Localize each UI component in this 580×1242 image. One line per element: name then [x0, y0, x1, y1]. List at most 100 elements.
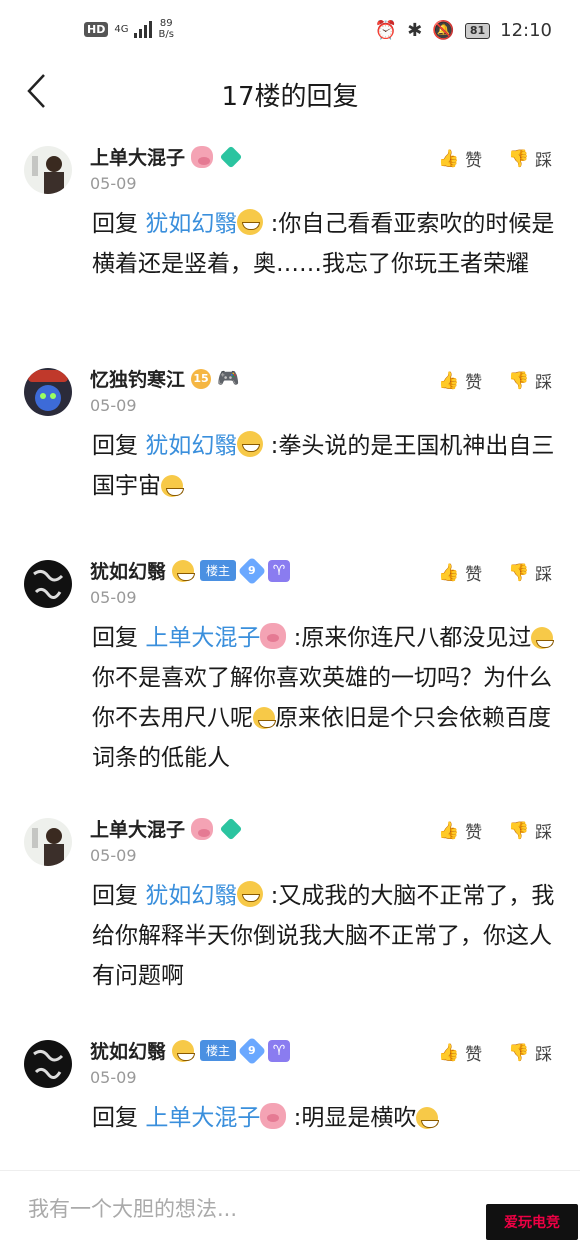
thumb-up-icon: 👍: [438, 370, 460, 391]
pig-emoji-icon: [260, 623, 287, 649]
thumb-down-icon: 👎: [508, 1042, 530, 1063]
hd-badge: HD: [84, 21, 109, 37]
clap-emoji-icon: [531, 627, 555, 649]
diamond-level-icon: [219, 145, 243, 168]
username[interactable]: 犹如幻翳 楼主 9 ♈: [90, 556, 291, 585]
username[interactable]: 上单大混子: [90, 143, 243, 170]
network-type: 4G: [114, 23, 129, 35]
dislike-label: 踩: [535, 373, 553, 393]
watermark-logo: 爱玩电竞: [486, 1204, 578, 1240]
reply-content: 回复 上单大混子 :明显是横吹: [92, 1098, 562, 1138]
clap-emoji-icon: [253, 707, 276, 729]
thumb-up-icon: 👍: [438, 148, 460, 169]
page-title: 17楼的回复: [221, 82, 359, 112]
reply-text: :明显是横吹: [293, 1105, 417, 1131]
thumb-up-icon: 👍: [438, 562, 460, 583]
dislike-label: 踩: [535, 565, 553, 585]
post-date: 05-09: [90, 1068, 137, 1087]
like-label: 赞: [465, 373, 483, 393]
post-date: 05-09: [90, 396, 137, 415]
pig-emoji-icon: [191, 145, 214, 168]
like-button[interactable]: 👍 赞: [438, 818, 483, 844]
aries-icon: ♈: [268, 559, 291, 582]
avatar[interactable]: [24, 1040, 72, 1088]
reply-prefix: 回复: [92, 211, 138, 237]
status-left: HD 4G 89 B/s: [84, 18, 174, 40]
watermark-text: 爱玩电竞: [504, 1215, 560, 1231]
dislike-button[interactable]: 👎 踩: [508, 368, 553, 394]
reply-text-a: :原来你连尺八都没见过: [293, 625, 532, 651]
avatar[interactable]: [24, 146, 72, 194]
dislike-label: 踩: [535, 1045, 553, 1065]
username-text: 上单大混子: [90, 147, 186, 169]
like-button[interactable]: 👍 赞: [438, 1040, 483, 1066]
reply-prefix: 回复: [92, 433, 138, 459]
level-badge: 9: [237, 556, 267, 585]
like-button[interactable]: 👍 赞: [438, 560, 483, 586]
username-text: 忆独钓寒江: [90, 369, 186, 391]
level-badge: 9: [237, 1036, 267, 1065]
mention-link[interactable]: 犹如幻翳: [145, 211, 237, 237]
reply-bar: 我有一个大胆的想法... 爱玩电竞: [0, 1170, 580, 1242]
thumb-up-icon: 👍: [438, 1042, 460, 1063]
username-text: 犹如幻翳: [90, 1041, 167, 1063]
thumb-down-icon: 👎: [508, 148, 530, 169]
grin-emoji-icon: [237, 209, 264, 235]
avatar[interactable]: [24, 368, 72, 416]
mute-bell-icon: 🔕: [432, 20, 455, 41]
mention-link[interactable]: 犹如幻翳: [145, 433, 237, 459]
thumb-down-icon: 👎: [508, 370, 530, 391]
alarm-icon: ⏰: [374, 20, 398, 41]
username-text: 犹如幻翳: [90, 561, 167, 583]
status-bar: HD 4G 89 B/s ⏰ ✱ 🔕 81 12:10: [0, 0, 580, 60]
reply-prefix: 回复: [92, 625, 138, 651]
dislike-label: 踩: [535, 823, 553, 843]
thumb-up-icon: 👍: [438, 820, 460, 841]
grin-emoji-icon: [237, 881, 264, 907]
reply-content: 回复 犹如幻翳 :拳头说的是王国机神出自三国宇宙: [92, 426, 562, 506]
post-date: 05-09: [90, 846, 137, 865]
avatar[interactable]: [24, 818, 72, 866]
grin-emoji-icon: [172, 559, 196, 582]
reply-input[interactable]: 我有一个大胆的想法...: [28, 1193, 237, 1223]
op-badge: 楼主: [200, 1040, 237, 1061]
gamepad-icon: 🎮: [217, 368, 240, 389]
level-badge: 15: [191, 368, 212, 389]
mention-link[interactable]: 上单大混子: [145, 1105, 260, 1131]
battery-icon: 81: [464, 22, 491, 39]
thumb-down-icon: 👎: [508, 562, 530, 583]
diamond-level-icon: [219, 817, 243, 840]
dislike-button[interactable]: 👎 踩: [508, 146, 553, 172]
like-label: 赞: [465, 823, 483, 843]
like-button[interactable]: 👍 赞: [438, 368, 483, 394]
dislike-button[interactable]: 👎 踩: [508, 818, 553, 844]
like-button[interactable]: 👍 赞: [438, 146, 483, 172]
avatar[interactable]: [24, 560, 72, 608]
net-speed: 89 B/s: [158, 18, 173, 40]
dislike-button[interactable]: 👎 踩: [508, 560, 553, 586]
clock: 12:10: [500, 20, 552, 41]
yawn-emoji-icon: [416, 1107, 440, 1129]
post-date: 05-09: [90, 588, 137, 607]
username[interactable]: 犹如幻翳 楼主 9 ♈: [90, 1036, 291, 1065]
username-text: 上单大混子: [90, 819, 186, 841]
level-number: 9: [248, 1043, 256, 1057]
username[interactable]: 忆独钓寒江 15 🎮: [90, 365, 239, 392]
mention-link[interactable]: 上单大混子: [145, 625, 260, 651]
nav-bar: 17楼的回复: [0, 64, 580, 120]
status-right: ⏰ ✱ 🔕 81 12:10: [375, 20, 552, 41]
like-label: 赞: [465, 1045, 483, 1065]
like-label: 赞: [465, 151, 483, 171]
reply-prefix: 回复: [92, 1105, 138, 1131]
dislike-button[interactable]: 👎 踩: [508, 1040, 553, 1066]
level-number: 9: [248, 563, 256, 577]
unamused-emoji-icon: [161, 475, 184, 497]
like-label: 赞: [465, 565, 483, 585]
dislike-label: 踩: [535, 151, 553, 171]
reply-content: 回复 上单大混子 :原来你连尺八都没见过你不是喜欢了解你喜欢英雄的一切吗？为什么…: [92, 618, 562, 778]
mention-link[interactable]: 犹如幻翳: [145, 883, 237, 909]
bluetooth-icon: ✱: [407, 20, 423, 41]
username[interactable]: 上单大混子: [90, 815, 243, 842]
grin-emoji-icon: [172, 1039, 196, 1062]
pig-emoji-icon: [191, 817, 214, 840]
